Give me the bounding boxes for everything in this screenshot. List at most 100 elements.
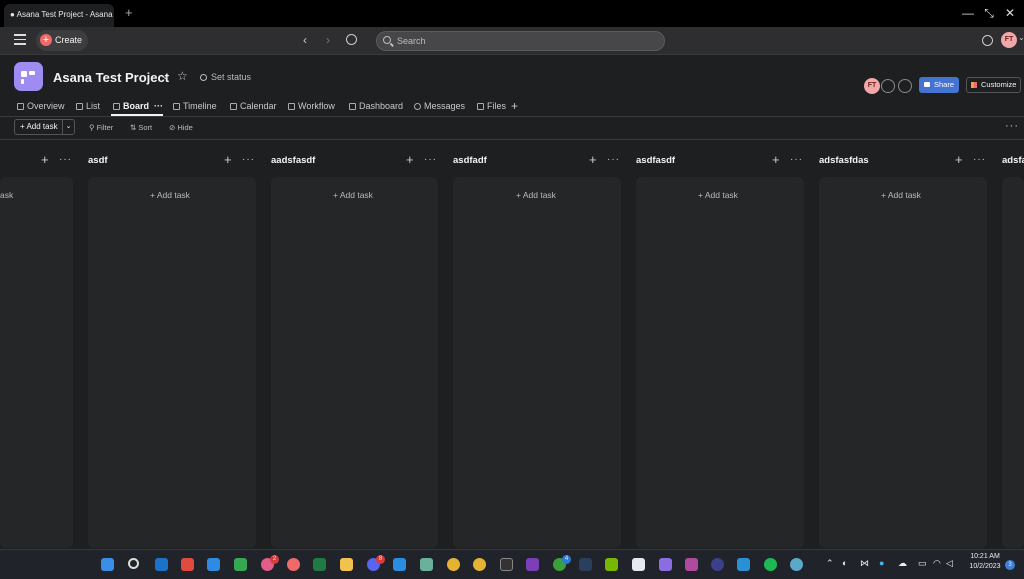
customize-button[interactable]: Customize xyxy=(966,77,1021,93)
add-task-plus-icon[interactable]: + xyxy=(589,152,597,167)
column-title[interactable]: aadsfasdf xyxy=(271,155,315,166)
search-icon[interactable] xyxy=(128,558,139,569)
windows-start-icon[interactable] xyxy=(101,558,114,571)
member-placeholder-icon[interactable] xyxy=(881,79,895,93)
set-status-button[interactable]: Set status xyxy=(200,72,251,82)
column-more-icon[interactable]: ··· xyxy=(790,154,803,165)
add-task-partial[interactable]: ask xyxy=(0,190,13,200)
add-task-plus-icon[interactable]: + xyxy=(955,152,963,167)
google-drive-icon[interactable] xyxy=(234,558,247,571)
project-menu-chevron-icon[interactable]: ⌄ xyxy=(161,71,169,82)
member-avatar[interactable]: FT xyxy=(864,78,880,94)
add-task-plus-icon[interactable]: + xyxy=(41,152,49,167)
gmail-icon[interactable] xyxy=(181,558,194,571)
obsidian-icon[interactable] xyxy=(659,558,672,571)
wifi-icon[interactable]: ◠ xyxy=(933,558,941,569)
spotify-icon[interactable] xyxy=(764,558,777,571)
excel-icon[interactable] xyxy=(313,558,326,571)
onenote-icon[interactable] xyxy=(526,558,539,571)
vscode-icon[interactable] xyxy=(393,558,406,571)
status-circle-icon xyxy=(200,74,207,81)
chevron-down-icon[interactable]: ⌄ xyxy=(1018,33,1024,42)
tab-list[interactable]: List xyxy=(76,101,100,111)
user-avatar[interactable]: FT xyxy=(1001,32,1017,48)
column-more-icon[interactable]: ··· xyxy=(607,154,620,165)
hamburger-menu-icon[interactable] xyxy=(14,34,26,46)
restore-icon[interactable]: ⤡ xyxy=(982,6,996,20)
column-title[interactable]: asdfasdf xyxy=(636,155,675,166)
taskbar-date[interactable]: 10/2/2023 xyxy=(958,563,1012,570)
minimize-icon[interactable]: — xyxy=(961,6,975,20)
tab-files[interactable]: Files xyxy=(477,101,506,111)
forward-arrow-icon[interactable]: › xyxy=(326,33,330,47)
sort-button[interactable]: ⇅ Sort xyxy=(130,123,152,132)
calendar-app-icon[interactable] xyxy=(207,558,220,571)
tab-timeline[interactable]: Timeline xyxy=(173,101,217,111)
snowflake-app-icon[interactable] xyxy=(632,558,645,571)
app-icon[interactable] xyxy=(711,558,724,571)
outlook-icon[interactable] xyxy=(155,558,168,571)
docker-icon[interactable] xyxy=(737,558,750,571)
onedrive-cloud-icon[interactable]: ☁ xyxy=(898,558,907,569)
column-more-icon[interactable]: ··· xyxy=(424,154,437,165)
chrome-profile-icon[interactable] xyxy=(473,558,486,571)
add-task-plus-icon[interactable]: + xyxy=(406,152,414,167)
star-icon[interactable]: ☆ xyxy=(177,69,188,83)
tab-board[interactable]: Board ··· xyxy=(113,101,163,111)
display-icon[interactable]: ▭ xyxy=(918,558,927,569)
chevron-up-icon[interactable]: ⌃ xyxy=(826,558,834,569)
chrome-icon[interactable] xyxy=(447,558,460,571)
terminal-icon[interactable] xyxy=(500,558,513,571)
upgrade-icon[interactable] xyxy=(982,35,993,46)
search-bar[interactable]: Search xyxy=(376,31,665,51)
column-more-icon[interactable]: ··· xyxy=(242,154,255,165)
column-title[interactable]: asdfadf xyxy=(453,155,487,166)
column-more-icon[interactable]: ··· xyxy=(59,154,72,165)
tab-more-icon[interactable]: ··· xyxy=(154,101,163,111)
butterfly-icon[interactable]: ⋈ xyxy=(860,558,869,569)
nvidia-icon[interactable] xyxy=(605,558,618,571)
browser-tab[interactable]: ● Asana Test Project - Asana xyxy=(4,4,114,27)
create-button[interactable]: + Create xyxy=(36,30,88,51)
project-title[interactable]: Asana Test Project xyxy=(53,70,169,85)
tab-overview[interactable]: Overview xyxy=(17,101,65,111)
column-title[interactable]: adsfasfdas xyxy=(819,155,869,166)
chatgpt-icon[interactable] xyxy=(420,558,433,571)
add-task-column-button[interactable]: + Add task xyxy=(333,190,373,200)
add-task-plus-icon[interactable]: + xyxy=(772,152,780,167)
column-more-icon[interactable]: ··· xyxy=(973,154,986,165)
add-task-column-button[interactable]: + Add task xyxy=(881,190,921,200)
share-button[interactable]: Share xyxy=(919,77,959,93)
column-title[interactable]: asdf xyxy=(88,155,108,166)
taskbar-time[interactable]: 10:21 AM xyxy=(958,553,1012,560)
new-tab-button[interactable]: + xyxy=(125,5,133,20)
column-title[interactable]: adsfa xyxy=(1002,155,1024,166)
add-task-column-button[interactable]: + Add task xyxy=(150,190,190,200)
tray-icon[interactable]: ◐ xyxy=(842,558,847,568)
asana-app-icon[interactable] xyxy=(287,558,300,571)
file-explorer-icon[interactable] xyxy=(340,558,353,571)
hide-button[interactable]: ⊘ Hide xyxy=(169,123,193,132)
add-task-plus-icon[interactable]: + xyxy=(224,152,232,167)
add-task-column-button[interactable]: + Add task xyxy=(516,190,556,200)
back-arrow-icon[interactable]: ‹ xyxy=(303,33,307,47)
steam-icon[interactable] xyxy=(579,558,592,571)
tab-calendar[interactable]: Calendar xyxy=(230,101,277,111)
volume-icon[interactable]: ◁ xyxy=(946,558,953,569)
add-tab-icon[interactable]: + xyxy=(511,99,518,113)
add-task-dropdown-chevron-icon[interactable]: ⌄ xyxy=(62,120,74,134)
tab-messages[interactable]: Messages xyxy=(414,101,465,111)
tab-workflow[interactable]: Workflow xyxy=(288,101,335,111)
filter-button[interactable]: ⚲ Filter xyxy=(89,123,113,132)
close-window-icon[interactable]: ✕ xyxy=(1003,6,1017,20)
app-icon[interactable] xyxy=(790,558,803,571)
add-task-button[interactable]: + Add task ⌄ xyxy=(14,119,75,135)
toolbar-more-icon[interactable]: ··· xyxy=(1005,120,1019,132)
history-clock-icon[interactable] xyxy=(346,34,357,45)
member-placeholder-icon[interactable] xyxy=(898,79,912,93)
tab-dashboard[interactable]: Dashboard xyxy=(349,101,403,111)
app-icon[interactable] xyxy=(685,558,698,571)
tray-icon[interactable]: ● xyxy=(879,558,884,568)
notification-count-badge[interactable]: 3 xyxy=(1005,560,1015,570)
add-task-column-button[interactable]: + Add task xyxy=(698,190,738,200)
